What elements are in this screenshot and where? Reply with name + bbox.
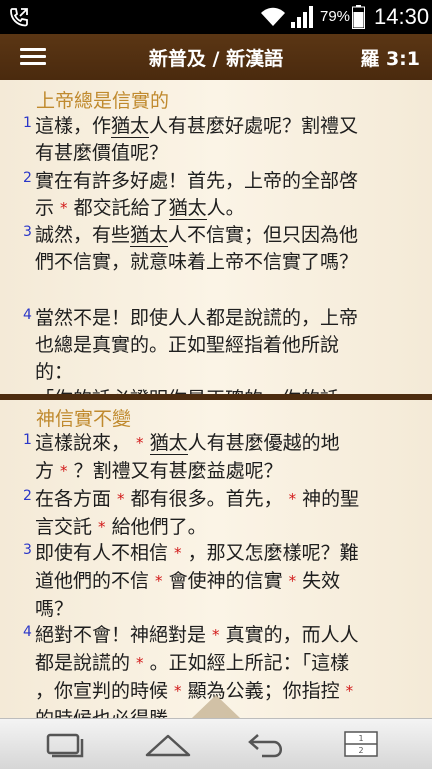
verse-text: 即使有人不相信 * ，那又怎麼樣呢？難 道他們的不信 * 會使神的信實 * 失效嗎… (35, 542, 359, 620)
verse-text: 當然不是！即使人人都是說謊的，上帝也總是真實的。正如聖經指着他所說的：「你的話必… (35, 307, 359, 396)
verse-number: 2 (23, 170, 32, 186)
verse-text: 這樣，作猶太人有甚麼好處呢？割禮又 有甚麼價值呢？ (35, 115, 359, 164)
recent-apps-icon[interactable] (42, 731, 86, 759)
footnote-marker[interactable]: * (155, 572, 163, 590)
footnote-marker[interactable]: * (289, 490, 297, 508)
verse-3[interactable]: 3 即使有人不相信 * ，那又怎麼樣呢？難 道他們的不信 * 會使神的信實 * 失… (0, 540, 420, 623)
footnote-marker[interactable]: * (136, 654, 144, 672)
footnote-marker[interactable]: * (212, 626, 220, 644)
verse-1[interactable]: 1 這樣說來， * 猶太人有甚麼優越的地方 * ？割禮又有甚麼益處呢？ (0, 430, 420, 486)
footnote-marker[interactable]: * (174, 682, 182, 700)
footnote-marker[interactable]: * (60, 462, 68, 480)
verse-text: 在各方面 * 都有很多。首先， * 神的聖 言交託 * 給他們了。 (35, 488, 360, 538)
verse-3[interactable]: 3 誠然，有些猶太人不信實；但只因為他 們不信實，就意味着上帝不信實了嗎？ (0, 222, 420, 276)
phone-icon (10, 8, 28, 27)
svg-text:2: 2 (358, 746, 363, 755)
battery-percentage: 79% (320, 8, 351, 25)
footnote-marker[interactable]: * (346, 682, 354, 700)
footnote-marker[interactable]: * (174, 544, 182, 562)
verse-1[interactable]: 1 這樣，作猶太人有甚麼好處呢？割禮又 有甚麼價值呢？ (0, 113, 420, 167)
verse-number: 3 (23, 542, 32, 558)
verse-number: 2 (23, 488, 32, 504)
footnote-marker[interactable]: * (60, 199, 68, 217)
footnote-marker[interactable]: * (289, 572, 297, 590)
verse-number: 1 (23, 432, 32, 448)
verse-text: 實在有許多好處！首先，上帝的全部啓示 * 都交託給了猶太人。 (35, 170, 359, 220)
status-bar: 79% 14:30 (0, 0, 432, 34)
signal-icon (291, 6, 313, 28)
verse-4[interactable]: 4 當然不是！即使人人都是說謊的，上帝也總是真實的。正如聖經指着他所說的：「你的… (0, 305, 420, 396)
svg-text:1: 1 (358, 734, 363, 743)
section-heading: 神信實不變 (36, 408, 132, 430)
home-icon[interactable] (144, 731, 192, 759)
verse-text: 誠然，有些猶太人不信實；但只因為他 們不信實，就意味着上帝不信實了嗎？ (35, 224, 359, 273)
verse-2[interactable]: 2 在各方面 * 都有很多。首先， * 神的聖 言交託 * 給他們了。 (0, 486, 420, 542)
verse-number: 3 (23, 224, 32, 240)
translation-pane-2[interactable]: 神信實不變 1 這樣說來， * 猶太人有甚麼優越的地方 * ？割禮又有甚麼益處呢… (0, 400, 432, 718)
verse-2[interactable]: 2 實在有許多好處！首先，上帝的全部啓示 * 都交託給了猶太人。 (0, 168, 420, 223)
section-heading: 上帝總是信實的 (36, 90, 170, 112)
app-header: 新普及 / 新漢語 羅 3:1 (0, 34, 432, 80)
up-arrow-icon[interactable] (188, 692, 244, 720)
verse-number: 4 (23, 624, 32, 640)
wifi-icon (261, 7, 285, 26)
verse-text: 這樣說來， * 猶太人有甚麼優越的地方 * ？割禮又有甚麼益處呢？ (35, 432, 340, 482)
chapter-reference[interactable]: 羅 3:1 (360, 44, 420, 71)
verse-number: 1 (23, 115, 32, 131)
translation-pane-1[interactable]: 上帝總是信實的 1 這樣，作猶太人有甚麼好處呢？割禮又 有甚麼價值呢？ 2 實在有… (0, 80, 432, 396)
navigation-bar: 1 2 (0, 718, 432, 769)
footnote-marker[interactable]: * (117, 490, 125, 508)
split-screen-icon[interactable]: 1 2 (344, 731, 378, 757)
battery-icon (352, 5, 365, 29)
clock: 14:30 (374, 4, 430, 29)
verse-number: 4 (23, 307, 32, 323)
footnote-marker[interactable]: * (136, 434, 144, 452)
back-icon[interactable] (242, 731, 288, 759)
footnote-marker[interactable]: * (98, 518, 106, 536)
